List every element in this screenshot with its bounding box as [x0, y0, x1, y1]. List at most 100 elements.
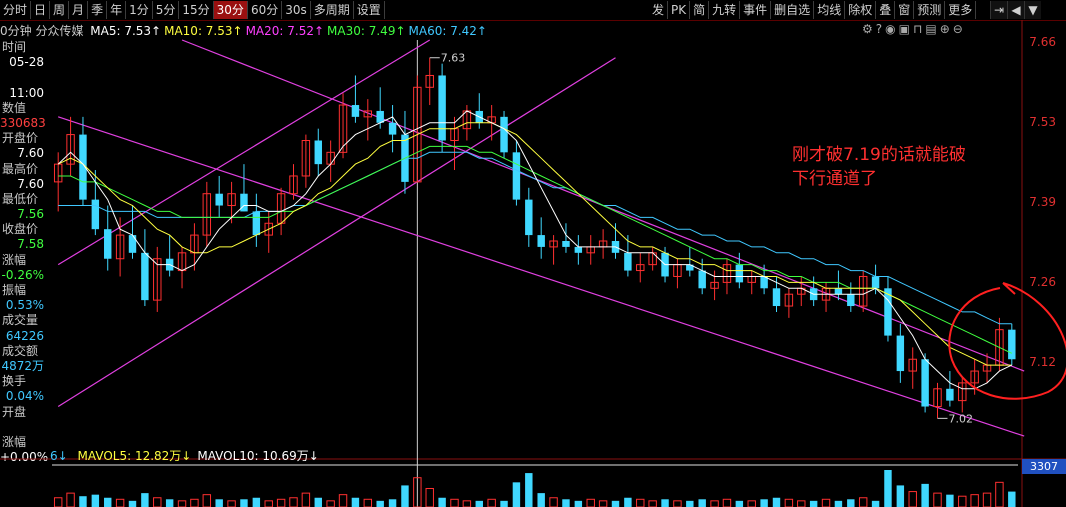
volume-bar — [598, 500, 608, 507]
y-tick-label: 7.12 — [1029, 355, 1056, 369]
volume-bar — [128, 500, 137, 507]
volume-bar — [115, 498, 125, 507]
volume-bar — [462, 500, 472, 507]
volume-bar — [760, 499, 768, 507]
volume-bar — [388, 499, 397, 507]
volume-bar — [66, 492, 75, 507]
volume-bar — [698, 499, 706, 507]
y-tick-label: 7.53 — [1029, 115, 1056, 129]
volume-bar — [363, 498, 373, 507]
candle-body — [772, 288, 781, 307]
annotation-line: 刚才破7.19的话就能破 — [792, 145, 966, 165]
volume-bar — [834, 500, 843, 507]
volume-bar — [252, 497, 261, 507]
volume-bar — [809, 500, 818, 507]
candle-body — [512, 152, 521, 200]
volume-bar — [141, 493, 149, 507]
volume-bar — [574, 500, 583, 507]
volume-bar — [858, 497, 868, 507]
volume-bar — [908, 491, 917, 507]
candle-body — [698, 270, 706, 289]
volume-bar — [512, 482, 521, 507]
volume-bar — [153, 497, 162, 507]
volume-bar — [165, 499, 174, 507]
volume-bar — [871, 500, 880, 507]
volume-bar — [884, 470, 892, 507]
volume-bar — [376, 500, 384, 507]
candle-body — [1008, 329, 1016, 360]
candle-body — [104, 229, 112, 259]
volume-bar — [326, 500, 335, 507]
volume-bar — [797, 500, 806, 507]
volume-bar — [772, 497, 781, 507]
volume-bar — [1008, 491, 1016, 507]
annotation-line: 下行通道了 — [792, 169, 877, 189]
y-tick-label: 7.66 — [1029, 35, 1056, 49]
volume-bar — [525, 473, 533, 507]
volume-bar — [821, 498, 831, 507]
annotation-circle — [948, 282, 1066, 400]
volume-header: 6↓ MAVOL5: 12.82万↓ MAVOL10: 10.69万↓ — [50, 447, 331, 463]
volume-bar — [636, 498, 645, 507]
volume-bar — [240, 499, 248, 507]
volume-bar — [537, 493, 545, 507]
y-tick-label: 7.26 — [1029, 275, 1056, 289]
volume-bar — [301, 492, 311, 507]
volume-bar — [722, 498, 732, 507]
candle-body — [438, 75, 446, 141]
volume-bar — [450, 498, 459, 507]
candle-body — [525, 199, 533, 236]
candle-body — [847, 294, 855, 307]
candle-body — [314, 140, 322, 165]
volume-bar — [648, 500, 657, 507]
y-tick-label: 7.39 — [1029, 195, 1056, 209]
candle-body — [388, 122, 397, 135]
volume-bar — [475, 500, 483, 507]
volume-bar — [314, 497, 322, 507]
candle-body — [240, 193, 248, 212]
candle-body — [562, 241, 570, 247]
candle-body — [834, 288, 843, 295]
candle-body — [624, 252, 632, 271]
volume-bar — [946, 494, 954, 507]
volume-bar — [338, 494, 348, 507]
volume-bar — [958, 495, 967, 507]
candle-body — [946, 388, 954, 401]
volume-readout: 3307 — [1022, 459, 1066, 474]
volume-bar — [710, 500, 719, 507]
candle-body — [91, 199, 100, 230]
volume-bar — [91, 494, 100, 507]
volume-bar — [104, 497, 112, 507]
volume-bar — [735, 500, 744, 507]
candle-body — [537, 235, 545, 247]
volume-bar — [982, 492, 992, 507]
volume-bar — [549, 497, 558, 507]
volume-bar — [215, 499, 223, 507]
volume-bar — [500, 500, 508, 507]
volume-bar — [586, 498, 595, 507]
volume-bar — [686, 500, 694, 507]
candle-body — [500, 116, 508, 153]
candle-body — [351, 105, 360, 117]
volume-bar — [425, 488, 434, 507]
volume-bar — [177, 500, 187, 507]
kline-chart[interactable]: 7.63 7.02 — [0, 0, 1066, 507]
mavol-value: MAVOL5: 12.82万↓ — [77, 449, 192, 463]
volume-bar — [487, 498, 496, 507]
candle-body — [376, 110, 384, 123]
volume-bar — [276, 498, 286, 507]
volume-bar — [438, 497, 446, 507]
low-marker-label: 7.02 — [949, 412, 974, 425]
candle-body — [871, 276, 880, 289]
volume-bar — [921, 483, 929, 507]
volume-bar — [190, 498, 199, 507]
volume-bar — [351, 497, 360, 507]
candle-body — [215, 193, 223, 206]
volume-bar — [611, 500, 620, 507]
volume-bar — [970, 494, 979, 507]
volume-bar — [661, 499, 669, 507]
volume-bar — [784, 498, 794, 507]
candle-body — [252, 211, 261, 236]
candle-body — [896, 335, 905, 372]
candle-body — [921, 359, 929, 407]
